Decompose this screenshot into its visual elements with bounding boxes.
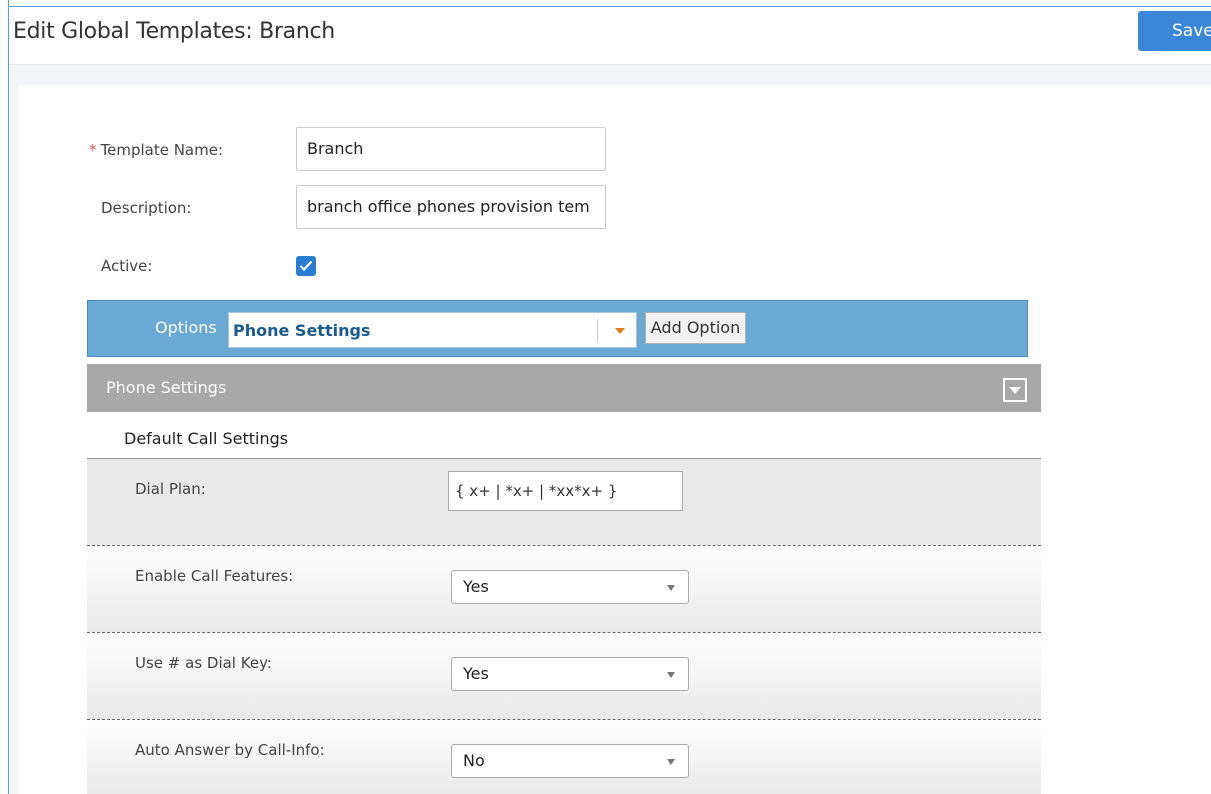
auto-answer-label: Auto Answer by Call-Info: <box>135 741 325 759</box>
options-bar: Options Phone Settings Add Option <box>87 300 1028 357</box>
chevron-down-icon <box>667 672 675 678</box>
options-label: Options <box>155 318 217 337</box>
dial-plan-label: Dial Plan: <box>135 480 206 498</box>
phone-settings-header[interactable]: Phone Settings <box>87 364 1041 412</box>
save-button[interactable]: Save <box>1138 11 1211 51</box>
template-name-label: * Template Name: <box>89 141 224 159</box>
call-features-select[interactable]: Yes <box>451 570 689 604</box>
template-name-input[interactable]: Branch <box>296 127 606 171</box>
options-select-value: Phone Settings <box>233 321 371 340</box>
select-divider <box>597 319 598 343</box>
description-input[interactable]: branch office phones provision tem <box>296 185 606 229</box>
page-header: Edit Global Templates: Branch Save <box>9 7 1211 65</box>
collapse-toggle-icon[interactable] <box>1003 378 1027 402</box>
chevron-down-icon <box>667 759 675 765</box>
section-title: Phone Settings <box>106 378 227 397</box>
chevron-down-icon <box>667 585 675 591</box>
dial-key-select[interactable]: Yes <box>451 657 689 691</box>
dial-plan-input[interactable]: { x+ | *x+ | *xx*x+ } <box>448 471 683 511</box>
call-features-label: Enable Call Features: <box>135 567 294 585</box>
dial-key-value: Yes <box>463 664 489 683</box>
required-marker: * <box>89 141 97 159</box>
active-label: Active: <box>101 257 153 275</box>
add-option-button[interactable]: Add Option <box>645 312 746 344</box>
chevron-down-icon <box>615 328 625 334</box>
content-top-band <box>9 65 1211 85</box>
description-label: Description: <box>101 199 192 217</box>
options-select[interactable]: Phone Settings <box>228 312 637 348</box>
dial-key-label: Use # as Dial Key: <box>135 654 272 672</box>
subsection-title: Default Call Settings <box>124 429 289 448</box>
active-checkbox[interactable] <box>296 256 316 276</box>
call-features-value: Yes <box>463 577 489 596</box>
content-left-band <box>9 85 19 794</box>
auto-answer-select[interactable]: No <box>451 744 689 778</box>
checkmark-icon <box>299 260 313 272</box>
page-title: Edit Global Templates: Branch <box>13 19 335 44</box>
auto-answer-value: No <box>463 751 485 770</box>
